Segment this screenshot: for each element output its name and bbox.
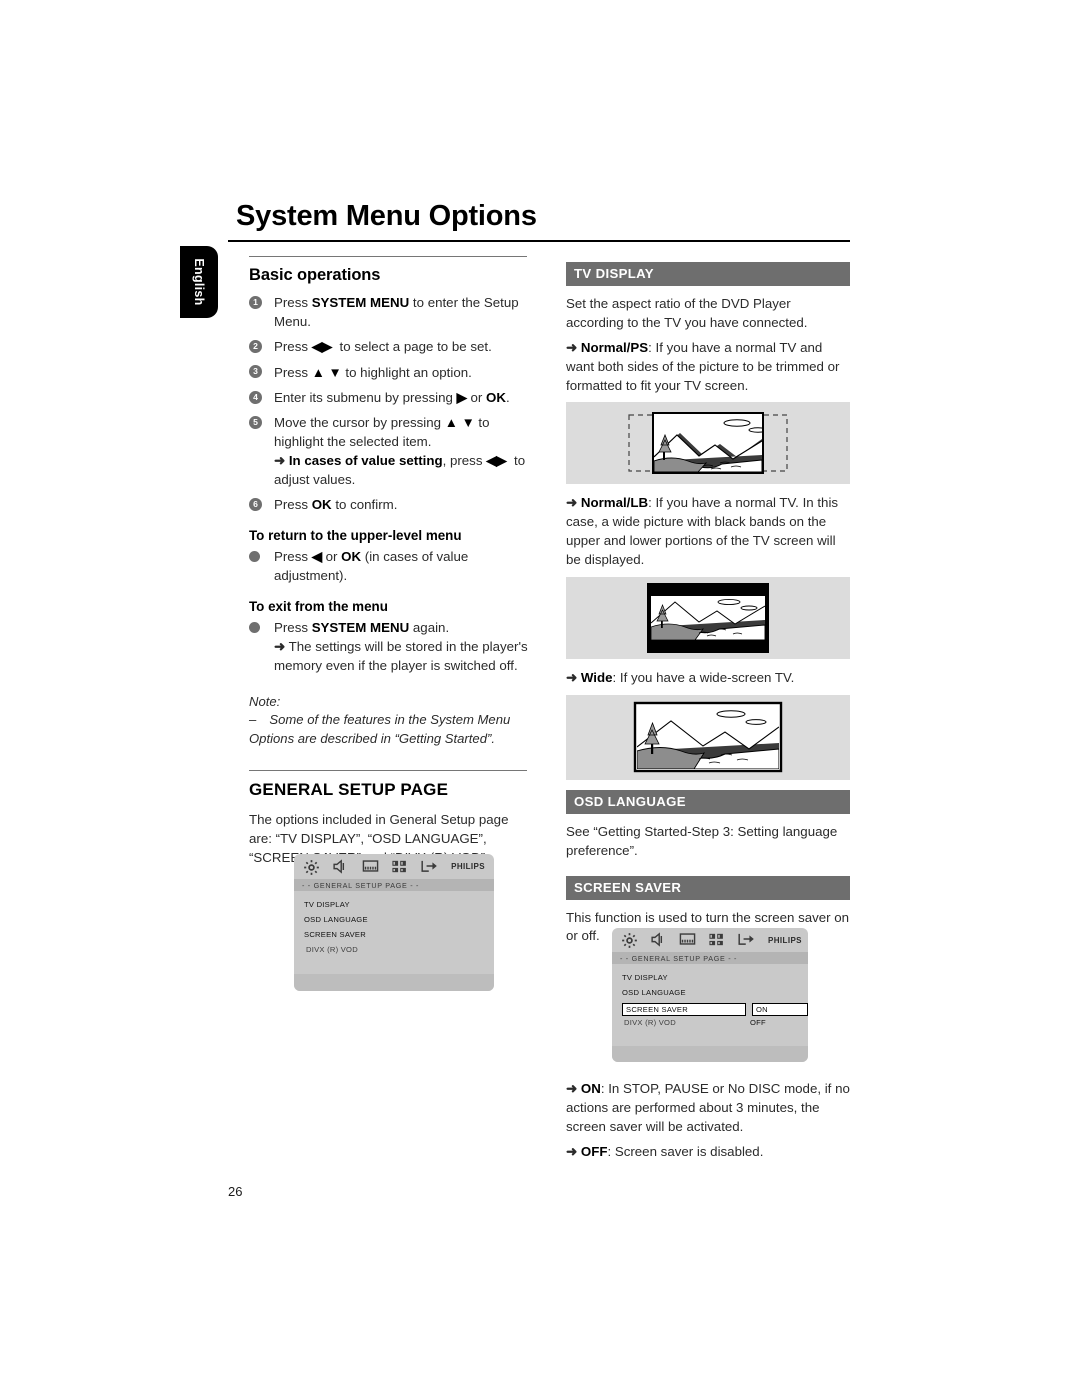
- gear-icon: [621, 932, 638, 948]
- step-item: 5 Move the cursor by pressing ▲ ▼ to high…: [249, 414, 535, 490]
- osd-menu-item[interactable]: TV DISPLAY: [304, 900, 494, 909]
- illustration-normal-lb: [566, 576, 850, 659]
- exit-icon: [737, 932, 756, 948]
- exit-icon: [420, 859, 439, 875]
- note-text: – Some of the features in the System Men…: [249, 712, 511, 746]
- language-tab-label: English: [192, 258, 206, 306]
- tv-illustration-letterbox: [647, 582, 769, 653]
- note-label: Note:: [249, 693, 281, 709]
- tv-display-intro: Set the aspect ratio of the DVD Player a…: [566, 296, 808, 330]
- step-number-badge: 1: [249, 295, 262, 309]
- basic-operations-heading: Basic operations: [249, 266, 381, 284]
- step-item: 3 Press ▲ ▼ to highlight an option.: [249, 364, 535, 383]
- tv-display-wide: ➜ Wide: If you have a wide-screen TV.: [566, 669, 795, 685]
- osd-menu-row: DIVX (R) VOD OFF: [622, 1018, 808, 1027]
- general-setup-heading: GENERAL SETUP PAGE: [249, 780, 449, 800]
- osd-menu-item[interactable]: SCREEN SAVER: [304, 930, 494, 939]
- speaker-icon: [650, 932, 667, 948]
- general-setup-divider: [249, 770, 527, 772]
- osd-menu-item[interactable]: DIVX (R) VOD: [304, 945, 494, 954]
- osd-menu-item[interactable]: DIVX (R) VOD: [622, 1018, 742, 1027]
- osd-footer-bar: [294, 974, 494, 991]
- step-item: 2 Press ◀▶ to select a page to be set.: [249, 338, 535, 357]
- osd-icon-bar: PHILIPS: [294, 854, 494, 879]
- screen-saver-on-text: ➜ ON: In STOP, PAUSE or No DISC mode, if…: [566, 1081, 850, 1134]
- return-menu-heading: To return to the upper-level menu: [249, 528, 462, 544]
- title-divider: [228, 240, 850, 242]
- osd-menu-item[interactable]: TV DISPLAY: [622, 973, 808, 982]
- preference-icon: [708, 932, 725, 948]
- osd-menu-list: TV DISPLAY OSD LANGUAGE SCREEN SAVER DIVX (…: [294, 891, 494, 954]
- manual-page: English System Menu Options Basic operat…: [0, 0, 1080, 1397]
- preference-icon: [391, 859, 408, 875]
- exit-menu-text: Press SYSTEM MENU again. ➜ The settings w…: [249, 619, 535, 676]
- tv-display-normal-ps: ➜ Normal/PS: If you have a normal TV and…: [566, 339, 840, 393]
- right-column: TV DISPLAY Set the aspect ratio of the D…: [566, 262, 850, 952]
- osd-mockup-screen-saver: PHILIPS - - GENERAL SETUP PAGE - - TV DI…: [612, 928, 808, 1062]
- screen-saver-off-text: ➜ OFF: Screen saver is disabled.: [566, 1143, 764, 1159]
- osd-language-text: See “Getting Started-Step 3: Setting lan…: [566, 823, 838, 858]
- osd-title-bar: - - GENERAL SETUP PAGE - -: [294, 879, 494, 891]
- osd-option-other[interactable]: OFF: [750, 1018, 766, 1027]
- basic-operations-steps: 1 Press SYSTEM MENU to enter the Setup Me…: [249, 294, 535, 515]
- illustration-wide: [566, 694, 850, 780]
- osd-title-bar: - - GENERAL SETUP PAGE - -: [612, 952, 808, 964]
- osd-option-selected[interactable]: ON: [752, 1003, 808, 1016]
- tv-illustration-widescreen: [633, 702, 783, 773]
- osd-footer-bar: [612, 1046, 808, 1062]
- osd-mockup-general-setup: PHILIPS - - GENERAL SETUP PAGE - - TV DI…: [294, 854, 494, 991]
- speaker-icon: [332, 858, 349, 875]
- bullet-dot-icon: [249, 551, 260, 563]
- video-icon: [362, 859, 379, 875]
- step-item: 6 Press OK to confirm.: [249, 496, 535, 515]
- tv-illustration-pan-scan: [628, 412, 788, 475]
- tv-display-header: TV DISPLAY: [566, 262, 850, 286]
- osd-icon-bar: PHILIPS: [612, 928, 808, 952]
- osd-menu-row-selected[interactable]: SCREEN SAVER ON: [622, 1003, 808, 1016]
- video-icon: [679, 932, 696, 948]
- osd-language-header: OSD LANGUAGE: [566, 789, 850, 814]
- left-column: Basic operations 1 Press SYSTEM MENU to e…: [249, 256, 535, 874]
- step-item: 1 Press SYSTEM MENU to enter the Setup Me…: [249, 294, 535, 332]
- note-block: Note: – Some of the features in the Syst…: [249, 693, 535, 749]
- osd-menu-item-highlighted[interactable]: SCREEN SAVER: [622, 1003, 746, 1016]
- step-item: 4 Enter its submenu by pressing ▶ or OK.: [249, 389, 535, 408]
- philips-logo: PHILIPS: [768, 935, 802, 945]
- gear-icon: [303, 859, 320, 875]
- step-number-badge: 5: [249, 415, 262, 429]
- osd-menu-item[interactable]: OSD LANGUAGE: [304, 915, 494, 924]
- return-menu-text: Press ◀ or OK (in cases of value adjustm…: [249, 548, 535, 586]
- page-number: 26: [228, 1184, 243, 1199]
- basic-operations-divider: [249, 256, 527, 257]
- osd-menu-item[interactable]: OSD LANGUAGE: [622, 988, 808, 997]
- philips-logo: PHILIPS: [451, 862, 485, 871]
- tv-display-normal-lb: ➜ Normal/LB: If you have a normal TV. In…: [566, 495, 839, 567]
- language-tab: English: [180, 246, 218, 318]
- step-number-badge: 4: [249, 390, 262, 404]
- page-title: System Menu Options: [236, 200, 537, 232]
- osd-menu-list: TV DISPLAY OSD LANGUAGE SCREEN SAVER ON DIVX…: [612, 964, 808, 1027]
- step-number-badge: 2: [249, 339, 262, 353]
- screen-saver-header: SCREEN SAVER: [566, 875, 850, 900]
- illustration-normal-ps: [566, 402, 850, 485]
- bullet-dot-icon: [249, 622, 260, 633]
- screen-saver-options: ➜ ON: In STOP, PAUSE or No DISC mode, if…: [566, 1080, 850, 1168]
- step-number-badge: 3: [249, 365, 262, 379]
- step-number-badge: 6: [249, 497, 262, 511]
- exit-menu-heading: To exit from the menu: [249, 599, 388, 614]
